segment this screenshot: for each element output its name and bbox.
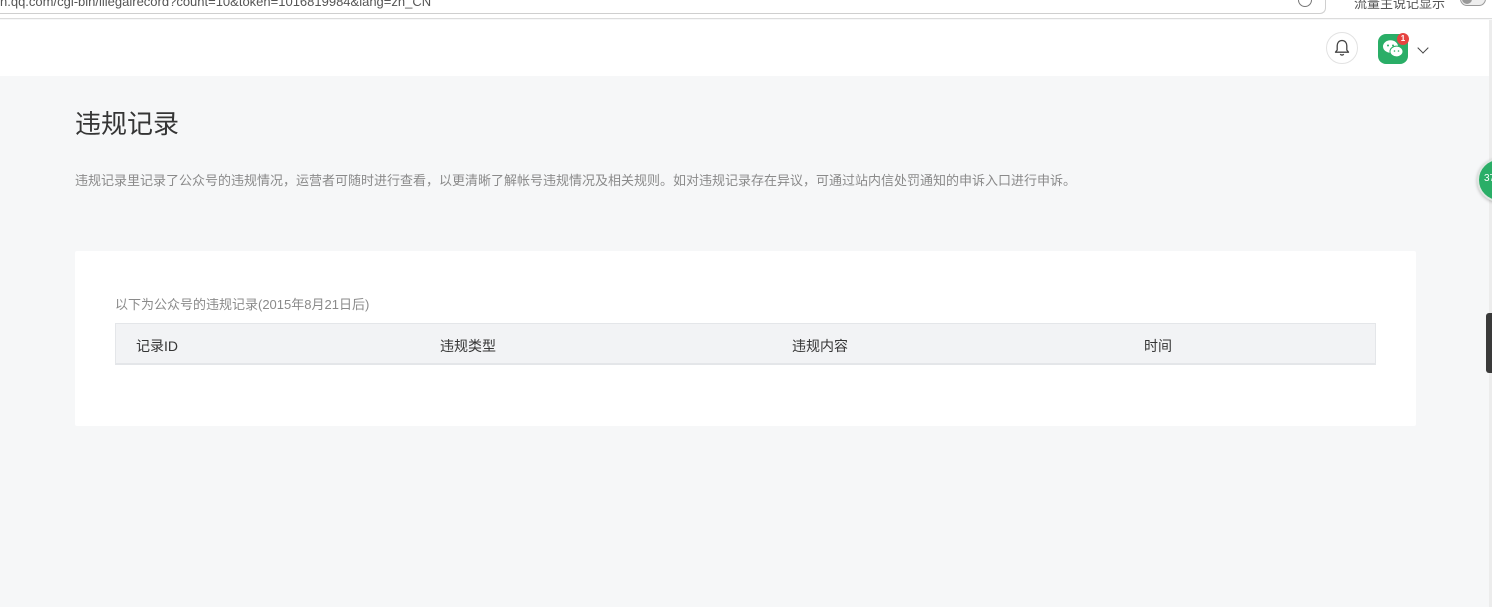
records-caption: 以下为公众号的违规记录(2015年8月21日后) [115, 297, 370, 312]
column-header-time: 时间 [1144, 338, 1172, 354]
chevron-down-icon[interactable] [1417, 42, 1429, 54]
address-bar[interactable]: n.qq.com/cgi-bin/illegalrecord?count=10&… [0, 0, 1326, 14]
top-header: 1 [0, 20, 1492, 76]
floating-assistant-ball[interactable]: 37 [1477, 158, 1492, 202]
records-card: 以下为公众号的违规记录(2015年8月21日后) 记录ID 违规类型 违规内容 … [75, 251, 1416, 426]
bell-icon [1334, 39, 1350, 56]
page-description: 违规记录里记录了公众号的违规情况，运营者可随时进行查看，以更清晰了解帐号违规情况… [75, 173, 1077, 188]
reload-icon[interactable] [1298, 0, 1312, 7]
page-title: 违规记录 [75, 110, 180, 140]
records-table-header: 记录ID 违规类型 违规内容 时间 [115, 323, 1376, 365]
notification-badge: 1 [1397, 33, 1409, 45]
floating-ball-text: 37 [1484, 173, 1492, 184]
browser-bar: n.qq.com/cgi-bin/illegalrecord?count=10&… [0, 0, 1492, 19]
notification-button[interactable] [1326, 32, 1358, 64]
side-drawer-tab[interactable] [1486, 313, 1492, 373]
column-header-violation-type: 违规类型 [440, 338, 496, 354]
column-header-violation-content: 违规内容 [792, 338, 848, 354]
column-header-record-id: 记录ID [136, 338, 178, 354]
extension-toggle[interactable] [1460, 0, 1486, 6]
extension-label: 流量主说记显示 [1354, 0, 1446, 11]
url-text[interactable]: n.qq.com/cgi-bin/illegalrecord?count=10&… [0, 0, 431, 9]
